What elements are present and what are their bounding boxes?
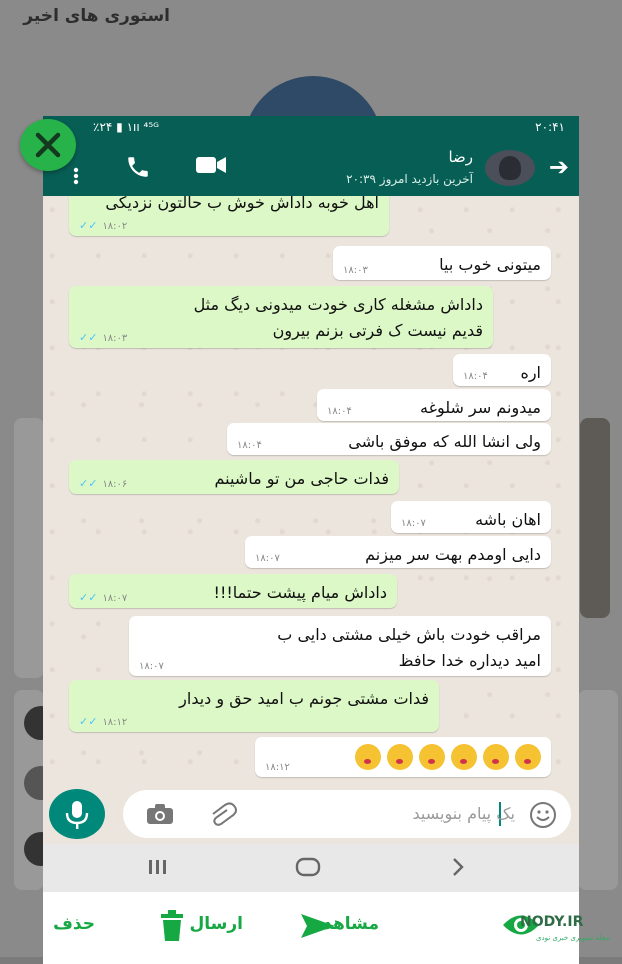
- message-meta: ✓✓ ۱۸:۰۳: [79, 331, 127, 344]
- status-indicators: ٪۲۴ ▮ ١ıı ⁴⁵ᴳ: [93, 120, 159, 134]
- message-meta: ✓✓ ۱۸:۰۶: [79, 477, 127, 490]
- video-camera-icon[interactable]: [195, 154, 227, 180]
- double-check-icon: ✓✓: [79, 219, 101, 232]
- contact-name[interactable]: رضا: [448, 148, 473, 166]
- message-time: ۱۸:۰۳: [102, 333, 128, 344]
- message-bubble-incoming[interactable]: اره ۱۸:۰۴: [453, 354, 551, 386]
- recent-apps-icon[interactable]: [147, 858, 169, 880]
- send-label: ارسال: [189, 914, 243, 934]
- message-time: ۱۸:۰۳: [343, 265, 368, 276]
- message-bubble-incoming[interactable]: میتونی خوب بیا ۱۸:۰۳: [333, 246, 551, 280]
- chat-header: ➔ رضا آخرین بازدید امروز ۲۰:۳۹: [43, 140, 579, 196]
- message-text: امید دیداره خدا حافظ: [398, 651, 541, 670]
- message-time: ۱۸:۰۶: [102, 479, 128, 490]
- double-check-icon: ✓✓: [79, 715, 101, 728]
- message-text: فدات مشتی جونم ب امید حق و دیدار: [179, 689, 429, 708]
- arrow-right-icon[interactable]: ➔: [549, 154, 569, 180]
- message-bubble-outgoing[interactable]: فدات حاجی من تو ماشینم ✓✓ ۱۸:۰۶: [69, 460, 399, 494]
- message-text: داداش مشغله کاری خودت میدونی دیگ مثل: [193, 295, 483, 314]
- last-seen: آخرین بازدید امروز ۲۰:۳۹: [346, 172, 473, 186]
- recent-stories-title: استوری های اخیر: [23, 6, 170, 26]
- message-placeholder: یک پیام بنویسید: [412, 804, 515, 823]
- message-meta: ✓✓ ۱۸:۰۲: [79, 219, 127, 232]
- message-text: اهل خوبه داداش خوش ب حالتون نزدیکی: [105, 196, 379, 212]
- background-card: [578, 690, 618, 890]
- message-text: دایی اومدم بهت سر میزنم: [365, 545, 541, 564]
- message-bubble-outgoing[interactable]: فدات مشتی جونم ب امید حق و دیدار ✓✓ ۱۸:۱۲: [69, 680, 439, 732]
- message-bubble-incoming[interactable]: مراقب خودت باش خیلی مشتی دایی ب امید دید…: [129, 616, 551, 676]
- contact-avatar[interactable]: [485, 150, 535, 186]
- message-bubble-incoming[interactable]: اهان باشه ۱۸:۰۷: [391, 501, 551, 533]
- message-time: ۱۸:۰۷: [255, 553, 280, 564]
- phone-icon[interactable]: [125, 154, 151, 184]
- status-time: ۲۰:۴۱: [535, 120, 565, 134]
- smiley-icon[interactable]: [529, 801, 557, 833]
- message-time: ۱۸:۰۴: [237, 440, 262, 451]
- close-icon: [35, 132, 61, 158]
- message-text: ولی انشا الله که موفق باشی: [348, 432, 541, 451]
- viewer-action-bar: مشاهده ارسال حذف: [43, 892, 579, 964]
- status-bar: ٪۲۴ ▮ ١ıı ⁴⁵ᴳ ۲۰:۴۱: [43, 116, 579, 140]
- message-bubble-incoming[interactable]: میدونم سر شلوغه ۱۸:۰۴: [317, 389, 551, 421]
- message-bubble-outgoing[interactable]: داداش مشغله کاری خودت میدونی دیگ مثل قدی…: [69, 286, 493, 348]
- paperclip-icon[interactable]: [209, 802, 239, 830]
- kiss-emoji-icon: [387, 744, 413, 770]
- message-time: ۱۸:۰۴: [463, 371, 488, 382]
- message-text: میدونم سر شلوغه: [420, 398, 541, 417]
- watermark-logo: NODY.IR: [520, 914, 584, 930]
- home-icon[interactable]: [295, 856, 321, 882]
- send-arrow-icon: [299, 912, 337, 945]
- message-time: ۱۸:۱۲: [102, 717, 128, 728]
- background-card: [14, 418, 44, 678]
- close-button[interactable]: [20, 119, 76, 171]
- kiss-emoji-icon: [483, 744, 509, 770]
- watermark-subtitle: مجله تصویری خبری نودی: [536, 934, 610, 942]
- trash-icon: [159, 910, 185, 947]
- double-check-icon: ✓✓: [79, 331, 101, 344]
- message-time: ۱۸:۰۴: [327, 406, 352, 417]
- message-time: ۱۸:۰۷: [401, 518, 426, 529]
- back-chevron-icon[interactable]: [451, 856, 465, 882]
- message-meta: ✓✓ ۱۸:۱۲: [79, 715, 127, 728]
- kiss-emoji-icon: [451, 744, 477, 770]
- message-bubble-incoming[interactable]: ولی انشا الله که موفق باشی ۱۸:۰۴: [227, 423, 551, 455]
- double-check-icon: ✓✓: [79, 591, 101, 604]
- delete-label: حذف: [53, 914, 95, 934]
- message-bubble-outgoing[interactable]: داداش میام پیشت حتما!!! ✓✓ ۱۸:۰۷: [69, 574, 397, 608]
- message-text: قدیم نیست ک فرتی بزنم بیرون: [272, 321, 483, 340]
- message-time: ۱۸:۰۷: [139, 661, 164, 672]
- android-nav-bar: [43, 844, 579, 892]
- message-time: ۱۸:۰۲: [102, 221, 128, 232]
- kiss-emoji-icon: [355, 744, 381, 770]
- message-input[interactable]: یک پیام بنویسید: [123, 790, 571, 838]
- chat-screenshot: ٪۲۴ ▮ ١ıı ⁴⁵ᴳ ۲۰:۴۱ ➔ رضا آخرین بازدید ا…: [43, 116, 579, 964]
- double-check-icon: ✓✓: [79, 477, 101, 490]
- kiss-emoji-icon: [515, 744, 541, 770]
- camera-icon[interactable]: [145, 802, 175, 830]
- microphone-icon[interactable]: [49, 789, 105, 839]
- message-bubble-incoming[interactable]: ۱۸:۱۲: [255, 737, 551, 777]
- message-text: میتونی خوب بیا: [439, 255, 541, 274]
- background-card: [580, 418, 610, 618]
- message-composer: یک پیام بنویسید: [43, 786, 579, 844]
- message-text: مراقب خودت باش خیلی مشتی دایی ب: [277, 625, 541, 644]
- message-bubble-outgoing[interactable]: اهل خوبه داداش خوش ب حالتون نزدیکی ✓✓ ۱۸:…: [69, 196, 389, 236]
- kiss-emoji-icon: [419, 744, 445, 770]
- message-time: ۱۸:۱۲: [265, 762, 290, 773]
- message-time: ۱۸:۰۷: [102, 593, 128, 604]
- message-meta: ✓✓ ۱۸:۰۷: [79, 591, 127, 604]
- message-bubble-incoming[interactable]: دایی اومدم بهت سر میزنم ۱۸:۰۷: [245, 536, 551, 568]
- message-list[interactable]: اهل خوبه داداش خوش ب حالتون نزدیکی ✓✓ ۱۸:…: [43, 196, 579, 786]
